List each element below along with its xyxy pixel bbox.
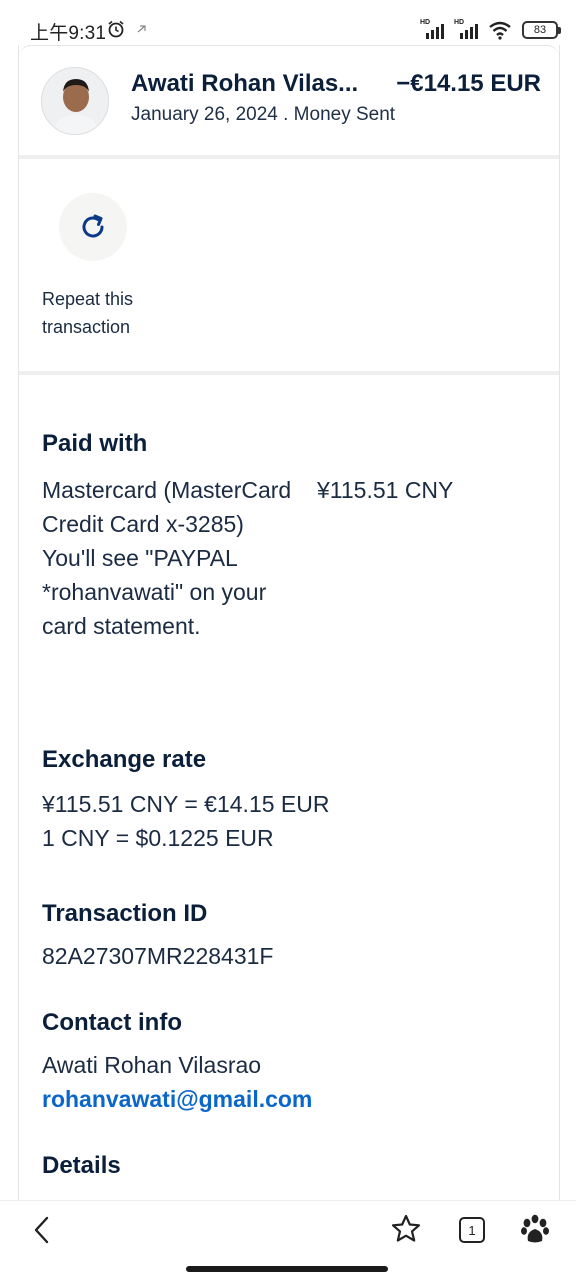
transaction-id: 82A27307MR228431F (42, 943, 274, 969)
star-icon[interactable] (390, 1213, 422, 1245)
transaction-header: Awati Rohan Vilas... −€14.15 EUR January… (19, 45, 559, 155)
alarm-icon (108, 20, 124, 38)
contact-name: Awati Rohan Vilasrao (42, 1052, 262, 1078)
exchange-rate-title: Exchange rate (42, 746, 207, 773)
repeat-transaction-label[interactable]: Repeat this transaction (42, 285, 182, 341)
wifi-icon (489, 21, 511, 40)
divider (19, 371, 559, 375)
avatar (41, 67, 109, 135)
transaction-id-title: Transaction ID (42, 900, 208, 927)
paid-amount: ¥115.51 CNY (317, 477, 454, 503)
payment-method-description: Mastercard (MasterCard Credit Card x-328… (42, 477, 292, 639)
home-indicator[interactable] (186, 1266, 388, 1272)
paw-icon[interactable] (518, 1213, 552, 1247)
repeat-icon (82, 214, 104, 238)
transaction-date-type: January 26, 2024 . Money Sent (131, 104, 396, 125)
status-right: HD HD 83 (420, 18, 561, 42)
contact-info-title: Contact info (42, 1009, 182, 1036)
battery-icon: 83 (522, 21, 561, 39)
status-time: 上午9:31 (30, 23, 107, 44)
divider (19, 155, 559, 159)
tabs-button[interactable]: 1 (459, 1217, 485, 1243)
contact-email-link[interactable]: rohanvawati@gmail.com (42, 1082, 312, 1116)
repeat-transaction-button[interactable] (59, 193, 127, 261)
details-title: Details (42, 1152, 121, 1179)
exchange-rate-line-2: 1 CNY = $0.1225 EUR (42, 825, 274, 851)
signal-icon: HD (420, 19, 448, 41)
back-icon[interactable] (28, 1215, 56, 1245)
paid-with-title: Paid with (42, 430, 148, 457)
notification-icon (137, 25, 146, 33)
exchange-rate-line-1: ¥115.51 CNY = €14.15 EUR (42, 791, 330, 817)
signal-icon-2: HD (454, 19, 482, 41)
transaction-details-card: Awati Rohan Vilas... −€14.15 EUR January… (18, 45, 560, 1205)
recipient-name: Awati Rohan Vilas... (131, 70, 359, 97)
transaction-amount: −€14.15 EUR (396, 70, 541, 97)
